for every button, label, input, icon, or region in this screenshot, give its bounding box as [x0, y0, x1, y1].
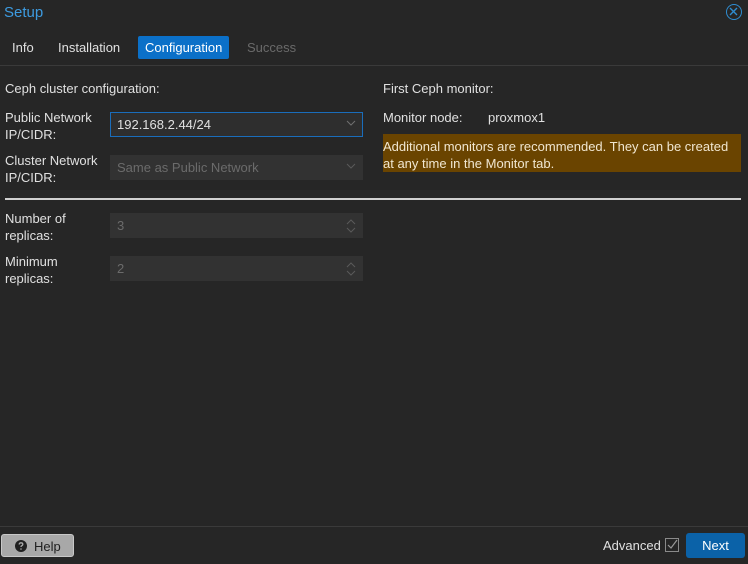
- chevron-down-icon[interactable]: [346, 120, 356, 127]
- close-button[interactable]: [726, 4, 742, 20]
- cluster-network-select[interactable]: Same as Public Network: [110, 155, 363, 180]
- replicas-value: 3: [117, 218, 125, 233]
- public-network-label-line1: Public Network: [5, 110, 92, 125]
- min-replicas-label-line2: replicas:: [5, 271, 54, 286]
- min-replicas-label: Minimum replicas:: [5, 253, 105, 287]
- tab-installation[interactable]: Installation: [51, 36, 127, 59]
- window-title: Setup: [4, 4, 44, 21]
- monitor-node-label: Monitor node:: [383, 110, 463, 125]
- replicas-label: Number of replicas:: [5, 210, 105, 244]
- cluster-network-label-line1: Cluster Network: [5, 153, 98, 168]
- ceph-config-heading: Ceph cluster configuration:: [5, 81, 160, 96]
- question-circle-icon: [15, 540, 27, 552]
- monitor-warning: Additional monitors are recommended. The…: [383, 134, 741, 172]
- replicas-spinner[interactable]: 3: [110, 213, 363, 238]
- public-network-value: 192.168.2.44/24: [117, 117, 211, 132]
- help-button[interactable]: Help: [1, 534, 74, 557]
- replicas-label-line2: replicas:: [5, 228, 54, 243]
- tab-configuration[interactable]: Configuration: [138, 36, 230, 59]
- first-monitor-heading: First Ceph monitor:: [383, 81, 494, 96]
- public-network-label: Public Network IP/CIDR:: [5, 109, 105, 143]
- cluster-network-label: Cluster Network IP/CIDR:: [5, 152, 105, 186]
- help-label: Help: [34, 539, 61, 554]
- check-icon: [667, 539, 678, 549]
- section-divider: [5, 198, 741, 200]
- min-replicas-label-line1: Minimum: [5, 254, 58, 269]
- warning-line1: Additional monitors are recommended. The…: [383, 139, 729, 154]
- replicas-label-line1: Number of: [5, 211, 66, 226]
- public-network-label-line2: IP/CIDR:: [5, 127, 57, 142]
- cluster-network-value: Same as Public Network: [117, 160, 259, 175]
- min-replicas-spinner[interactable]: 2: [110, 256, 363, 281]
- cluster-network-label-line2: IP/CIDR:: [5, 170, 57, 185]
- spinner-arrows-icon[interactable]: [346, 218, 356, 234]
- min-replicas-value: 2: [117, 261, 125, 276]
- chevron-down-icon[interactable]: [346, 163, 356, 170]
- spinner-arrows-icon[interactable]: [346, 261, 356, 277]
- next-button[interactable]: Next: [686, 533, 745, 558]
- footer-toolbar: Help Advanced Next: [0, 526, 748, 564]
- close-icon: [729, 7, 738, 16]
- advanced-label: Advanced: [603, 538, 661, 553]
- tab-info[interactable]: Info: [5, 36, 41, 59]
- tab-success: Success: [247, 40, 297, 55]
- advanced-checkbox[interactable]: [665, 538, 679, 552]
- warning-line2: at any time in the Monitor tab.: [383, 156, 555, 171]
- monitor-node-value: proxmox1: [488, 110, 546, 125]
- wizard-tabs: Info Installation Configuration Success: [0, 36, 748, 66]
- public-network-select[interactable]: 192.168.2.44/24: [110, 112, 363, 137]
